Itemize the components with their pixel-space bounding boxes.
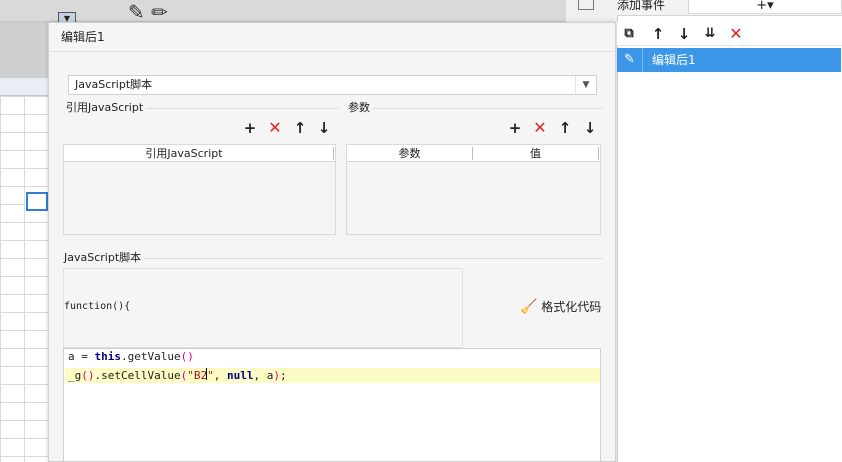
move-up-ref-js-button[interactable]: ↑ (291, 119, 309, 137)
params-divider (348, 108, 603, 109)
copy-icon[interactable]: ⧉ (620, 25, 638, 43)
ref-js-table-header: 引用JavaScript (64, 145, 335, 162)
ref-js-section-label: 引用JavaScript (66, 101, 147, 114)
arrow-down-icon[interactable]: ↓ (675, 25, 693, 43)
brush-icon: 🧹 (520, 299, 538, 315)
event-toolbar: ⧉ ↑ ↓ ⇊ ✕ (617, 22, 842, 46)
event-panel-title: 添加事件 (617, 0, 666, 12)
arrow-up-icon[interactable]: ↑ (649, 25, 667, 43)
move-up-param-button[interactable]: ↑ (556, 119, 574, 137)
params-section-label: 参数 (348, 101, 373, 114)
title-divider (48, 51, 616, 52)
delete-icon[interactable]: ✕ (727, 25, 745, 43)
spreadsheet-grid[interactable] (0, 78, 48, 462)
code-line-2: _g().setCellValue("B2", null, a); (68, 368, 287, 382)
chevron-down-icon[interactable]: ▼ (575, 76, 596, 94)
sheet-panel-background (0, 22, 48, 78)
add-event-button[interactable]: +▾ (688, 0, 842, 14)
column-separator (333, 147, 334, 160)
code-editor[interactable]: a = this.getValue() _g().setCellValue("B… (63, 348, 601, 462)
script-section-label: JavaScript脚本 (64, 251, 145, 264)
delete-ref-js-button[interactable]: ✕ (266, 119, 284, 137)
column-header-strip (0, 78, 48, 96)
selected-cell[interactable] (26, 192, 48, 211)
move-bottom-icon[interactable]: ⇊ (701, 25, 719, 43)
params-table[interactable]: 参数 值 (346, 144, 601, 235)
add-param-button[interactable]: + (506, 119, 524, 137)
column-separator (598, 147, 599, 160)
frame-icon[interactable] (578, 0, 594, 10)
param-name-column-header[interactable]: 参数 (347, 145, 472, 162)
event-list-item[interactable]: ✎ 编辑后1 (617, 48, 841, 72)
params-table-header: 参数 值 (347, 145, 600, 162)
event-item-label: 编辑后1 (652, 53, 696, 67)
move-down-ref-js-button[interactable]: ↓ (315, 119, 333, 137)
param-value-column-header[interactable]: 值 (473, 145, 598, 162)
add-ref-js-button[interactable]: + (241, 119, 259, 137)
function-header: function(){ (64, 301, 131, 312)
script-type-select[interactable]: JavaScript脚本 (68, 75, 597, 95)
format-code-button[interactable]: 🧹 格式化代码 (520, 299, 601, 315)
pencil-icon: ✎ (617, 48, 643, 72)
ref-js-column-header[interactable]: 引用JavaScript (64, 145, 304, 162)
ref-js-table[interactable]: 引用JavaScript (63, 144, 336, 235)
app-toolbar-background (0, 0, 565, 22)
dialog-title: 编辑后1 (61, 30, 105, 44)
delete-param-button[interactable]: ✕ (531, 119, 549, 137)
code-line-1: a = this.getValue() (68, 350, 194, 363)
move-down-param-button[interactable]: ↓ (581, 119, 599, 137)
format-code-label: 格式化代码 (541, 300, 602, 314)
style-tools-icons[interactable]: ✎ ✏ (128, 2, 223, 24)
